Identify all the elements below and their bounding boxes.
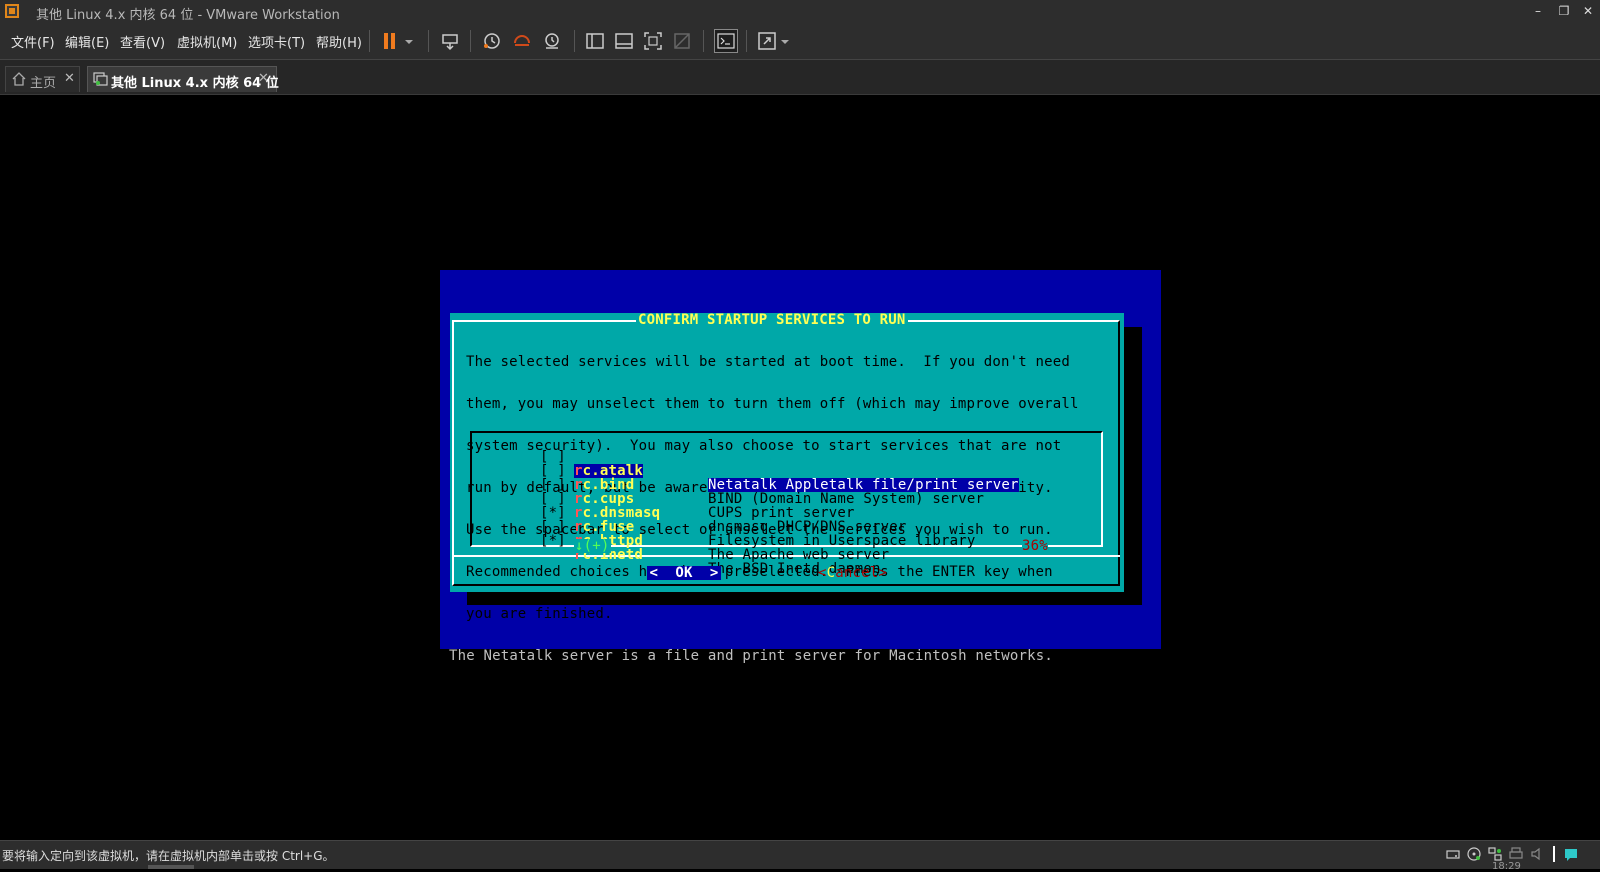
instruction-line: The selected services will be started at… xyxy=(466,354,1071,370)
toolbar-divider xyxy=(574,30,575,52)
vmware-logo-icon xyxy=(5,4,19,18)
pause-icon[interactable] xyxy=(380,31,400,51)
revert-snapshot-icon[interactable] xyxy=(512,31,532,51)
clock: 18:29 xyxy=(1492,861,1521,872)
snapshot-icon[interactable] xyxy=(482,31,502,51)
service-item-fuse[interactable]: [*] rc.fuse Filesystem in Userspace libr… xyxy=(472,492,1105,548)
toolbar-divider xyxy=(428,30,429,52)
menu-tabs[interactable]: 选项卡(T) xyxy=(248,32,305,51)
menu-file[interactable]: 文件(F) xyxy=(11,32,55,51)
thumbnail-bar-icon[interactable] xyxy=(614,31,634,51)
title-bar: 其他 Linux 4.x 内核 64 位 - VMware Workstatio… xyxy=(0,0,1600,23)
service-description: Filesystem in Userspace library xyxy=(708,533,976,549)
service-checkbox[interactable]: [*] xyxy=(540,534,566,548)
minimize-button[interactable]: – xyxy=(1527,2,1549,20)
tab-home[interactable]: 主页 ✕ xyxy=(5,66,80,92)
cancel-bracket: < xyxy=(818,565,827,581)
toolbar-divider xyxy=(470,30,471,52)
network-icon[interactable] xyxy=(1488,847,1502,861)
more-items-indicator: ↓(+) xyxy=(574,538,611,554)
cd-dvd-icon[interactable] xyxy=(1467,847,1481,861)
vm-icon xyxy=(93,72,108,90)
close-icon[interactable]: ✕ xyxy=(258,71,269,86)
message-icon[interactable] xyxy=(1564,847,1578,861)
unity-icon[interactable] xyxy=(672,31,692,51)
service-item-inetd[interactable]: [*] rc.inetd The BSD Inetd daemon xyxy=(472,520,1105,576)
horizontal-scrollbar[interactable] xyxy=(148,865,194,869)
chevron-down-icon[interactable] xyxy=(780,31,790,51)
service-item-atalk[interactable]: [ ] rc.atalk Netatalk Appletalk file/pri… xyxy=(472,436,1105,492)
menu-view[interactable]: 查看(V) xyxy=(120,32,165,51)
service-item-httpd[interactable]: [ ] rc.httpd The Apache web server xyxy=(472,506,1105,562)
instruction-line: you are finished. xyxy=(466,606,613,622)
send-ctrl-alt-del-icon[interactable] xyxy=(440,31,460,51)
menu-vm[interactable]: 虚拟机(M) xyxy=(177,32,237,51)
close-icon[interactable]: ✕ xyxy=(64,71,75,86)
service-description: The Apache web server xyxy=(708,547,890,563)
cancel-label-rest: ancel> xyxy=(835,565,888,581)
service-item-dnsmasq[interactable]: [ ] rc.dnsmasq dnsmasq DHCP/DNS server xyxy=(472,478,1105,534)
close-button[interactable]: ✕ xyxy=(1577,2,1599,20)
menu-edit[interactable]: 编辑(E) xyxy=(65,32,109,51)
printer-icon[interactable] xyxy=(1509,847,1523,861)
service-help-line: The Netatalk server is a file and print … xyxy=(449,648,1054,664)
ok-button[interactable]: < OK > xyxy=(647,566,721,580)
menu-toolbar: 文件(F) 编辑(E) 查看(V) 虚拟机(M) 选项卡(T) 帮助(H) xyxy=(0,23,1600,60)
cancel-hotkey: C xyxy=(826,565,836,581)
input-hint: 要将输入定向到该虚拟机，请在虚拟机内部单击或按 Ctrl+G。 xyxy=(2,849,335,863)
tab-vm-label: 其他 Linux 4.x 内核 64 位 xyxy=(111,76,279,91)
service-item-cups[interactable]: [ ] rc.cups CUPS print server xyxy=(472,464,1105,520)
tab-home-label: 主页 xyxy=(30,76,57,91)
instruction-line: them, you may unselect them to turn them… xyxy=(466,396,1079,412)
toolbar-divider xyxy=(369,30,370,52)
toolbar-divider xyxy=(746,30,747,52)
status-divider xyxy=(1553,846,1555,862)
show-library-icon[interactable] xyxy=(585,31,605,51)
console-view-icon[interactable] xyxy=(714,29,738,53)
tab-vm[interactable]: 其他 Linux 4.x 内核 64 位 ✕ xyxy=(87,66,279,92)
full-screen-icon[interactable] xyxy=(643,31,663,51)
sound-icon[interactable] xyxy=(1530,847,1544,861)
toolbar-divider xyxy=(703,30,704,52)
window-title: 其他 Linux 4.x 内核 64 位 - VMware Workstatio… xyxy=(36,8,340,23)
services-checklist: [ ] rc.atalk Netatalk Appletalk file/pri… xyxy=(470,431,1105,576)
stretch-guest-icon[interactable] xyxy=(757,31,777,51)
services-dialog: CONFIRM STARTUP SERVICES TO RUN The sele… xyxy=(450,312,1124,621)
scroll-percent: 36% xyxy=(1022,538,1048,554)
dialog-title: CONFIRM STARTUP SERVICES TO RUN xyxy=(636,312,908,328)
tab-bar: 主页 ✕ 其他 Linux 4.x 内核 64 位 ✕ xyxy=(0,60,1600,94)
cancel-button[interactable]: <Cancel> xyxy=(818,566,887,580)
chevron-down-icon[interactable] xyxy=(404,31,414,51)
restore-button[interactable]: ❐ xyxy=(1553,2,1575,20)
status-bar: 要将输入定向到该虚拟机，请在虚拟机内部单击或按 Ctrl+G。 18:29 xyxy=(0,840,1600,872)
menu-help[interactable]: 帮助(H) xyxy=(316,32,362,51)
home-icon xyxy=(12,72,26,90)
hard-disk-icon[interactable] xyxy=(1446,847,1460,861)
snapshot-manager-icon[interactable] xyxy=(542,31,562,51)
service-item-bind[interactable]: [ ] rc.bind BIND (Domain Name System) se… xyxy=(472,450,1105,506)
